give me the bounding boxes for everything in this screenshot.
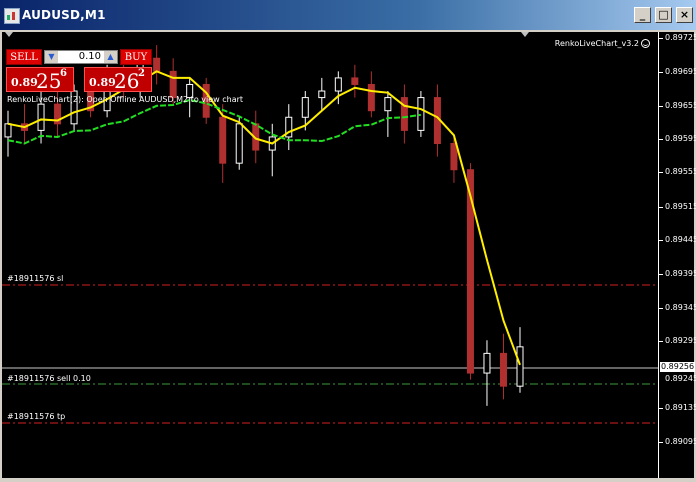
candle-body [318,90,326,99]
candle-body [367,83,375,112]
price-tick [659,172,663,173]
bid-big-digits: 25 [36,69,62,93]
price-scale[interactable]: 0.89725 0.89695 0.89655 0.89595 0.89555 … [658,32,696,478]
price-tick [659,139,663,140]
chart-shift-marker-icon[interactable] [521,32,529,37]
maximize-button[interactable]: □ [655,7,672,23]
candle-body [351,77,359,85]
current-price-label: 0.89256 [660,362,696,372]
moving-average-yellow [7,70,521,366]
price-tick [659,38,663,39]
price-tick [659,274,663,275]
ask-quote-button[interactable]: 0.89 26 2 [84,67,152,93]
price-tick [659,341,663,342]
ask-big-digits: 26 [114,69,140,93]
app-window: AUDUSD,M1 _ □ × RenkoLiveChart_v3.2 SELL… [0,0,696,482]
renko-status-text: RenkoLiveChart(2): Open Offline AUDUSD,M… [7,95,244,104]
price-tick [659,240,663,241]
one-click-trade-panel: SELL ▼ 0.10 ▲ BUY 0.89 25 6 0.89 26 2 [6,49,152,93]
smiley-icon [641,39,650,48]
candle-body [499,352,507,387]
candle-body [384,97,392,112]
take-profit-label: #18911576 tp [7,412,66,421]
candle-body [4,123,12,138]
price-label: 0.89095 [665,437,696,446]
moving-average-green [7,99,422,145]
price-label: 0.89395 [665,269,696,278]
bid-pip-digit: 6 [60,68,67,79]
price-label: 0.89445 [665,235,696,244]
ask-prefix: 0.89 [89,76,116,89]
price-tick [659,408,663,409]
chart-area[interactable]: RenkoLiveChart_v3.2 SELL ▼ 0.10 ▲ BUY 0.… [2,32,658,478]
stop-loss-label: #18911576 sl [7,274,64,283]
candle-body [169,70,177,99]
lot-decrease-icon[interactable]: ▼ [45,51,58,63]
scroll-left-marker-icon[interactable] [5,32,13,37]
indicator-label-text: RenkoLiveChart_v3.2 [554,39,639,48]
candle-body [219,116,227,164]
chart-window-icon [4,8,20,24]
price-label: 0.89555 [665,167,696,176]
price-tick [659,106,663,107]
lot-size-value: 0.10 [78,51,101,62]
price-label: 0.89135 [665,403,696,412]
price-label: 0.89245 [665,374,696,383]
order-label: #18911576 sell 0.10 [7,374,91,383]
candle-body [400,97,408,131]
bid-quote-button[interactable]: 0.89 25 6 [6,67,74,93]
candle-body [483,352,491,374]
price-label: 0.89655 [665,101,696,110]
indicator-label: RenkoLiveChart_v3.2 [555,39,650,48]
candle-body [450,143,458,171]
lot-size-input[interactable]: ▼ 0.10 ▲ [44,50,118,64]
candle-body [153,57,161,72]
price-label: 0.89725 [665,33,696,42]
candle-body [417,97,425,131]
window-title: AUDUSD,M1 [22,8,106,22]
sell-button[interactable]: SELL [6,49,42,65]
price-tick [659,442,663,443]
minimize-button[interactable]: _ [634,7,651,23]
price-label: 0.89295 [665,336,696,345]
candle-body [37,103,45,131]
candle-body [301,97,309,118]
price-label: 0.89695 [665,67,696,76]
price-label: 0.89515 [665,202,696,211]
candle-body [334,77,342,92]
price-tick [659,308,663,309]
candle-body [235,123,243,164]
buy-button[interactable]: BUY [120,49,152,65]
bid-prefix: 0.89 [11,76,38,89]
price-tick [659,207,663,208]
price-label: 0.89345 [665,303,696,312]
ask-pip-digit: 2 [138,68,145,79]
candle-body [516,346,524,387]
close-button[interactable]: × [676,7,693,23]
title-bar[interactable]: AUDUSD,M1 _ □ × [0,0,696,30]
lot-increase-icon[interactable]: ▲ [104,51,117,63]
price-label: 0.89595 [665,134,696,143]
price-tick [659,72,663,73]
